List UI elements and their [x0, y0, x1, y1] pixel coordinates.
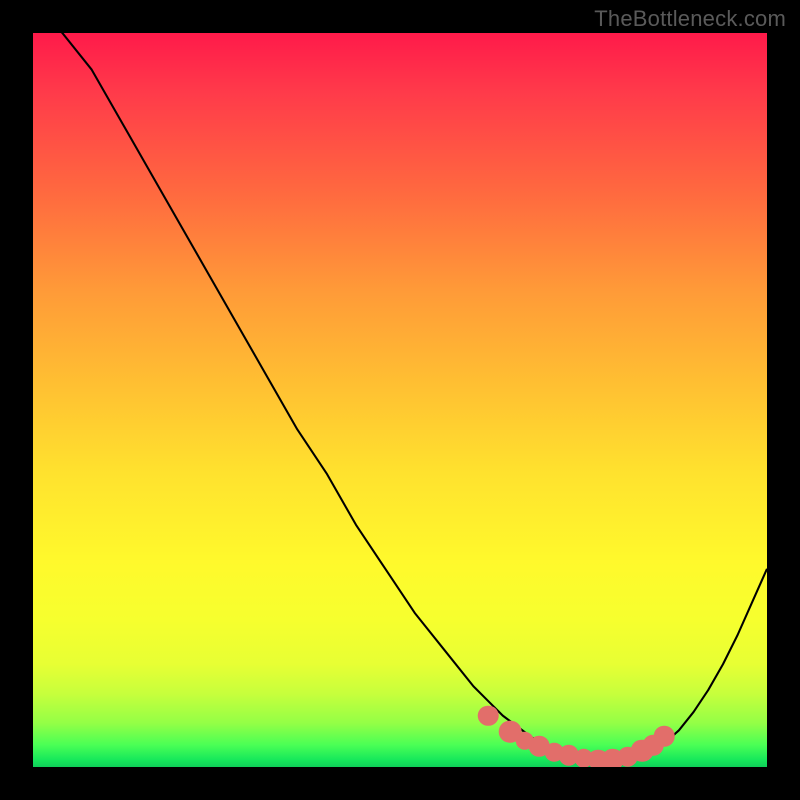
plot-area [33, 33, 767, 767]
curve-markers [33, 33, 767, 767]
chart-frame: TheBottleneck.com [0, 0, 800, 800]
curve-marker [654, 726, 675, 747]
curve-marker [478, 705, 499, 726]
watermark-text: TheBottleneck.com [594, 6, 786, 32]
